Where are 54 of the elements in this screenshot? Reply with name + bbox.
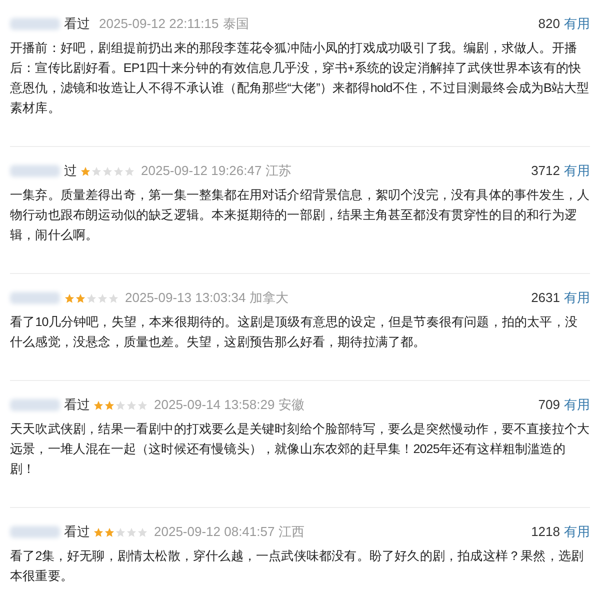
useful-link[interactable]: 有用 [564,14,590,34]
review-time: 2025-09-14 13:58:29 [154,396,275,414]
star-icon [86,292,97,304]
watched-status: 过 [64,162,77,180]
review-time: 2025-09-13 13:03:34 [125,289,246,308]
review-location: 江苏 [266,162,292,180]
star-icon [126,526,137,538]
useful-link[interactable]: 有用 [564,522,590,542]
review-text: 天天吹武侠剧，结果一看剧中的打戏要么是关键时刻给个脸部特写，要么是突然慢动作，要不直接拉个大远景，一堆人混在一起（这时候还有慢镜头），就像山东农郊的赶早集！2025年还有这样粗制滥造的剧！ [10,421,590,478]
star-icon [97,292,108,304]
star-icon [91,166,102,176]
avatar-blur [10,292,60,304]
vote-count: 2631 [531,289,560,308]
review-text: 开播前：好吧，剧组提前扔出来的那段李莲花令狐冲陆小凤的打戏成功吸引了我。编剧，求做人。开播后：宣传比剧好看。EP1四十来分钟的有效信息几乎没，穿书+系统的设定消解掉了武侠世界本该有的快意恩仇，滤镜和妆造让人不得不承认谁（配角那些“大佬”）来都得hold不住，不过目测最终会成为B站大型素材库。 [10,40,590,117]
review-text: 看了10几分钟吧，失望，本来很期待的。这剧是顶级有意思的设定，但是节奏很有问题，拍的太平，没什么感觉，没悬念，质量也差。失望，这剧预告那么好看，期待拉满了都。 [10,314,579,351]
useful-link[interactable]: 有用 [564,395,590,415]
avatar-blur [10,399,60,411]
watched-status: 看过 [64,15,90,34]
vote-count: 3712 [531,162,560,180]
watched-status: 看过 [64,396,90,414]
star-icon [80,166,91,176]
star-icon [126,400,137,410]
useful-link[interactable]: 有用 [564,161,590,181]
watched-status: 看过 [64,523,90,542]
review-time: 2025-09-12 08:41:57 [154,523,275,542]
star-icon [115,526,126,538]
review-time: 2025-09-12 19:26:47 [141,162,262,180]
vote-count: 709 [538,396,560,414]
star-icon [124,166,135,176]
star-icon [75,292,86,304]
star-icon [104,526,115,538]
vote-count: 1218 [531,523,560,542]
star-icon [64,292,75,304]
star-icon [115,400,126,410]
vote-count: 820 [538,15,560,34]
review-location: 加拿大 [250,289,289,308]
star-icon [102,166,113,176]
star-icon [93,400,104,410]
star-icon [137,400,148,410]
avatar-blur [10,165,60,177]
review-location: 泰国 [222,15,249,34]
review-location: 安徽 [278,396,305,414]
avatar-blur [10,526,60,538]
review-text: 看了2集，好无聊，剧情太松散，穿什么越，一点武侠味都没有。盼了好久的剧，拍成这样？果然，选剧本很重要。 [10,548,585,585]
star-icon [108,292,119,304]
avatar-blur [10,18,60,30]
review-text: 一集弃。质量差得出奇，第一集一整集都在用对话介绍背景信息，絮叨个没完，没有具体的事件发生，人物行动也跟布朗运动似的缺乏逻辑。本来挺期待的一部剧，结果主角甚至都没有贯穿性的目的和行为逻辑，闹什么啊。 [10,187,590,244]
useful-link[interactable]: 有用 [564,288,590,308]
star-icon [113,166,124,176]
star-icon [93,526,104,538]
review-location: 江西 [278,523,305,542]
star-icon [104,400,115,410]
review-time: 2025-09-12 22:11:15 [99,15,219,34]
star-icon [137,526,148,538]
